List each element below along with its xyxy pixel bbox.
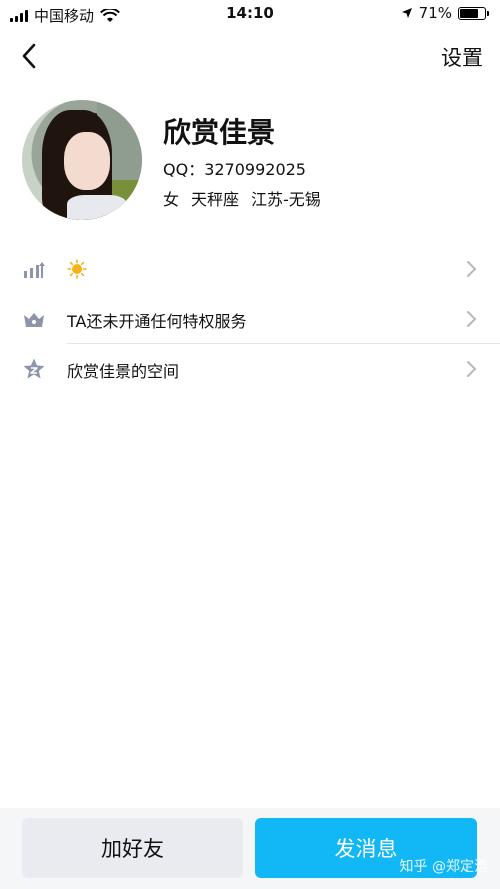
star-z-icon	[23, 358, 45, 379]
nickname: 欣赏佳景	[163, 116, 276, 149]
chevron-right-icon	[467, 361, 477, 377]
avatar[interactable]	[22, 100, 142, 220]
chevron-right-icon	[467, 261, 477, 277]
profile-info: 女 天秤座 江苏-无锡	[163, 186, 321, 210]
zodiac: 天秤座	[191, 190, 240, 209]
qzone-label: 欣赏佳景的空间	[67, 362, 180, 381]
status-bar: 中国移动 14:10 71%	[0, 0, 500, 28]
chevron-right-icon	[467, 311, 477, 327]
divider	[67, 343, 500, 344]
status-right: 71%	[401, 4, 489, 22]
list-item-privilege[interactable]: TA还未开通任何特权服务	[0, 295, 500, 343]
level-up-icon	[24, 262, 45, 278]
add-friend-button[interactable]: 加好友	[22, 818, 243, 878]
chevron-left-icon	[22, 43, 36, 69]
list-item-qzone[interactable]: 欣赏佳景的空间	[0, 345, 500, 393]
qq-number: QQ：3270992025	[163, 160, 306, 179]
location: 江苏-无锡	[251, 190, 321, 209]
location-arrow-icon	[401, 8, 412, 18]
gender: 女	[163, 190, 180, 209]
battery-icon	[458, 6, 489, 20]
back-button[interactable]	[18, 40, 48, 72]
battery-percent: 71%	[418, 4, 452, 22]
crown-icon	[24, 313, 44, 327]
privilege-label: TA还未开通任何特权服务	[67, 312, 247, 331]
list-item-level[interactable]	[0, 245, 500, 293]
sun-icon	[67, 259, 87, 279]
watermark: 知乎 @郑定浩	[399, 859, 488, 875]
settings-button[interactable]: 设置	[441, 42, 483, 72]
